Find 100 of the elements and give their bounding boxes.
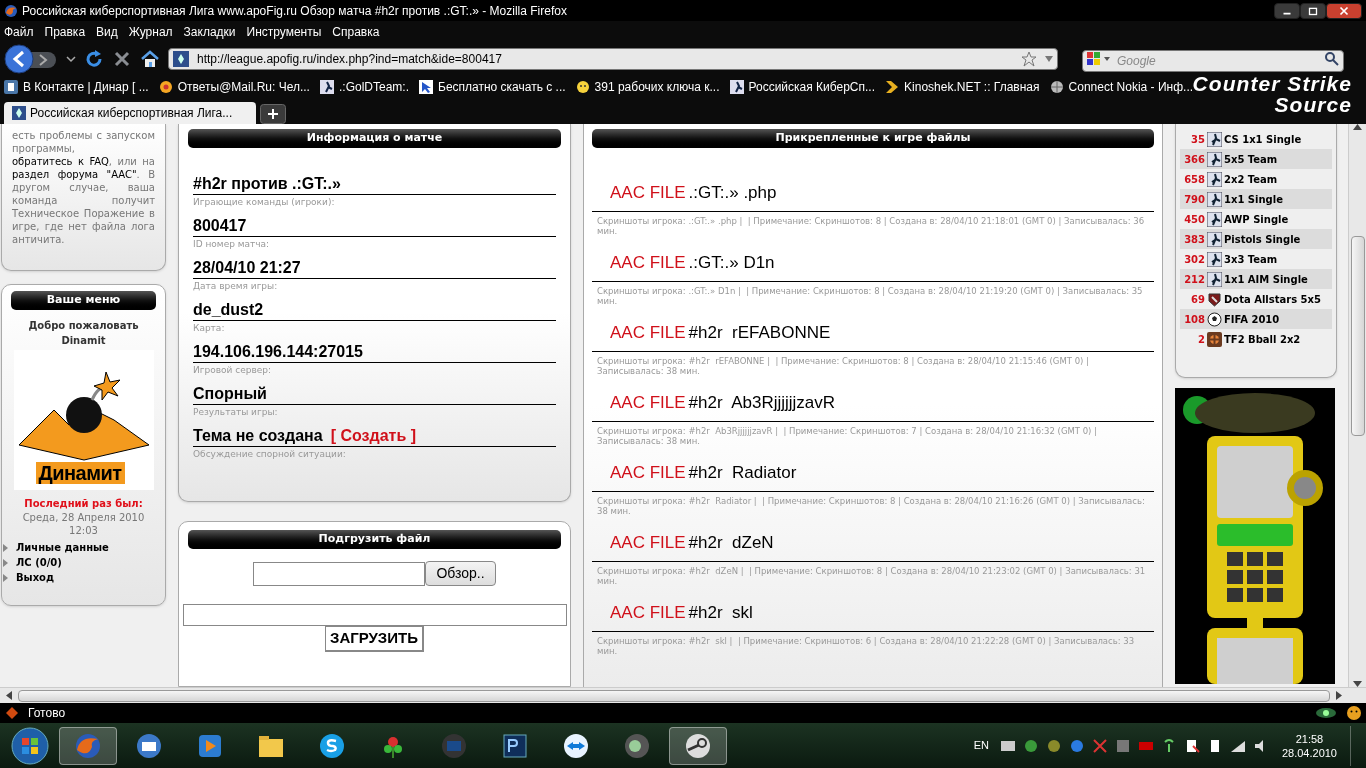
logo-text: Динамит <box>35 462 125 484</box>
home-button[interactable] <box>140 48 160 69</box>
file-label: AAC FILE <box>610 531 686 554</box>
bookmark-icon <box>575 80 590 94</box>
field-label: Играющие команды (игроки): <box>193 196 336 208</box>
clock[interactable]: 21:58 28.04.2010 <box>1281 731 1337 760</box>
field-value: Тема не создана <box>193 426 323 446</box>
dropdown-caret-icon <box>66 54 76 63</box>
vertical-scrollbar[interactable] <box>1348 124 1366 687</box>
field-label: Результаты игры: <box>193 406 279 418</box>
address-bar[interactable]: http://league.apofig.ru/index.php?ind=match&ide=800417 <box>168 47 1058 70</box>
bookmark-item[interactable]: Ответы@Mail.Ru: Чел... <box>158 78 310 96</box>
bookmark-icon <box>1049 80 1064 94</box>
menu-item[interactable]: Правка <box>44 22 86 41</box>
file-link[interactable]: #h2r skl <box>688 599 753 626</box>
game-icon <box>1207 271 1222 287</box>
menu-item[interactable]: Закладки <box>183 22 236 41</box>
ladder-row[interactable]: 212 1x1 AIM Single <box>1180 269 1332 289</box>
close-button[interactable] <box>1326 2 1362 19</box>
back-button[interactable] <box>4 43 58 74</box>
menu-item[interactable]: Журнал <box>128 22 173 41</box>
section-header: Ваше меню <box>11 291 156 310</box>
dropdown-caret-icon <box>1045 55 1053 62</box>
game-icon <box>1207 211 1222 227</box>
scroll-left-icon <box>6 691 12 700</box>
menu-link[interactable]: ЛС (0/0) <box>16 555 62 570</box>
horizontal-scrollbar[interactable] <box>0 687 1366 703</box>
file-label: AAC FILE <box>610 321 686 344</box>
bookmark-item[interactable]: 391 рабочих ключа к... <box>575 78 720 96</box>
maximize-button[interactable] <box>1300 2 1326 19</box>
theme-logo: Source <box>1274 94 1352 115</box>
scrollbar-thumb[interactable] <box>18 689 1330 702</box>
ladder-row[interactable]: 383 Pistols Single <box>1180 229 1332 249</box>
game-icon <box>1207 331 1222 347</box>
bookmark-item[interactable]: В Контакте | Динар [ ... <box>4 78 149 96</box>
game-icon <box>1207 231 1222 247</box>
greeting-text: Добро пожаловать <box>28 319 139 333</box>
bookmark-item[interactable]: Connect Nokia - Инф... <box>1049 78 1194 96</box>
comment-field[interactable] <box>182 604 567 627</box>
field-label: ID номер матча: <box>193 238 271 250</box>
file-link[interactable]: #h2r Radiator <box>688 459 797 486</box>
browser-tab[interactable]: Российская киберспортивная Лига... <box>4 102 256 124</box>
bullet-icon <box>3 543 8 552</box>
field-value: 800417 <box>193 216 247 236</box>
file-label: AAC FILE <box>610 251 686 274</box>
menu-link[interactable]: Личные данные <box>16 540 109 555</box>
last-seen-date: Среда, 28 Апреля 2010 12:03 <box>21 511 146 537</box>
field-value: 194.106.196.144:27015 <box>193 342 363 362</box>
game-icon <box>1207 291 1222 307</box>
field-value: #h2r против .:GT:.» <box>193 174 341 194</box>
menu-item[interactable]: Справка <box>332 22 380 41</box>
game-icon <box>1207 131 1222 147</box>
username: Dinamit <box>61 334 106 348</box>
file-meta: Скриншоты игрока: .:GT:.» D1n | | Примечание: Скриншотов: 8 | Создана в: 28/04/10 21:19:20 (GMT 0) | Записывалась: 35 мин. <box>596 285 1144 306</box>
bookmark-icon <box>4 80 18 94</box>
file-label: AAC FILE <box>610 181 686 204</box>
minimize-button[interactable] <box>1274 2 1300 19</box>
ladder-row[interactable]: 790 1x1 Single <box>1180 189 1332 209</box>
bookmark-item[interactable]: Kinoshek.NET :: Главная <box>885 78 1040 96</box>
file-link[interactable]: #h2r Ab3RjjjjjjzavR <box>688 389 836 416</box>
file-link[interactable]: #h2r dZeN <box>688 529 774 556</box>
window-title: Российская киберспортивная Лига www.apoFig.ru Обзор матча #h2r против .:GT:.» - Mozilla Firefox <box>22 2 568 20</box>
bookmark-item[interactable]: .:GolDTeam:. <box>319 78 409 96</box>
theme-logo: Counter Strike <box>1192 73 1352 94</box>
upload-button[interactable]: ЗАГРУЗИТЬ <box>325 626 424 653</box>
section-header: Подгрузить файл <box>188 530 561 550</box>
menu-item[interactable]: Инструменты <box>246 22 322 41</box>
ladder-row[interactable]: 366 5x5 Team <box>1180 149 1332 169</box>
file-link[interactable]: .:GT:.» D1n <box>688 249 775 276</box>
game-icon <box>1207 151 1222 167</box>
bookmark-item[interactable]: Бесплатно скачать с ... <box>419 78 566 96</box>
reload-button[interactable] <box>84 48 104 69</box>
browse-button[interactable]: Обзор.. <box>425 561 496 587</box>
field-value: Спорный <box>193 384 267 404</box>
last-seen-label: Последний раз был: <box>24 497 143 511</box>
game-icon <box>1207 191 1222 207</box>
file-meta: Скриншоты игрока: #h2r Ab3RjjjjjjzavR | | Примечание: Скриншотов: 7 | Создана в: 28/04/10 21:16:32 (GMT 0) | Записывалась: 38 мин. <box>596 425 1098 446</box>
notice-text: есть проблемы с запуском программы, обратитесь к FAQ, или на раздел форума "AAC". В другом случае, ваша команда получит Техническое Поражение в игре, где нет файла лога античита. <box>12 129 155 246</box>
create-link[interactable]: [ Создать ] <box>330 426 416 446</box>
game-icon <box>1207 311 1222 327</box>
field-value: 28/04/10 21:27 <box>193 258 301 278</box>
bookmark-icon <box>319 80 334 94</box>
site-icon <box>173 50 189 67</box>
scrollbar-thumb[interactable] <box>1350 235 1365 436</box>
new-tab-button[interactable] <box>260 104 286 124</box>
google-icon <box>1086 50 1112 67</box>
ladder-row[interactable]: 108 FIFA 2010 <box>1180 309 1332 329</box>
bookmark-item[interactable]: Российская КиберСп... <box>729 78 876 96</box>
field-label: Обсуждение спорной ситуации: <box>193 448 347 460</box>
file-link[interactable]: #h2r rEFABONNE <box>688 319 831 346</box>
file-path-field[interactable] <box>253 561 426 586</box>
language-indicator[interactable]: EN <box>973 737 989 754</box>
file-link[interactable]: .:GT:.» .php <box>688 179 777 206</box>
taskbar-button[interactable] <box>669 726 727 765</box>
menu-item[interactable]: Вид <box>96 22 118 41</box>
bullet-icon <box>3 573 8 582</box>
menu-item[interactable]: Файл <box>4 22 34 41</box>
site-icon <box>12 106 26 120</box>
menu-link[interactable]: Выход <box>16 570 55 585</box>
search-field[interactable]: Google <box>1082 49 1344 72</box>
